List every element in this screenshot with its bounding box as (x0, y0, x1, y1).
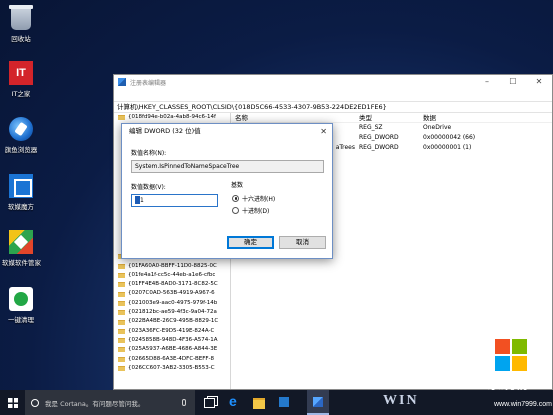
menu-bar (114, 89, 552, 101)
column-header-name[interactable]: 名称 (232, 113, 359, 122)
ok-button[interactable]: 确定 (227, 236, 274, 249)
dialog-titlebar[interactable]: 编辑 DWORD (32 位)值 ✕ (122, 124, 332, 139)
watermark-logo (495, 339, 527, 371)
value-data-input[interactable]: 1 (131, 194, 218, 207)
folder-icon (118, 366, 125, 371)
desktop-icon-label: 软媒魔方 (8, 203, 34, 211)
cancel-button[interactable]: 取消 (279, 236, 326, 249)
folder-icon (118, 300, 125, 306)
edit-dword-dialog: 编辑 DWORD (32 位)值 ✕ 数值名称(N): System.IsPin… (121, 123, 333, 259)
radio-selected[interactable] (232, 194, 239, 202)
folder-icon (118, 338, 125, 344)
folder-icon (118, 273, 125, 279)
folder-icon (118, 319, 125, 325)
tree-item[interactable]: {018fd94e-b02a-4ab8-94c6-14f (118, 113, 230, 122)
watermark-url: www.win7999.com (494, 401, 552, 408)
folder-icon (118, 356, 125, 362)
base-label: 基数 (231, 182, 244, 189)
watermark-partial-text: WIN (383, 393, 419, 408)
tree-item[interactable]: {01FA60A0-BBFF-11D0-8825-0C (118, 262, 230, 271)
folder-icon (118, 115, 125, 121)
dialog-close-button[interactable]: ✕ (320, 124, 327, 139)
decimal-radio[interactable]: 十进制(D) (232, 204, 275, 216)
value-data-label: 数值数据(V): (131, 184, 166, 191)
tree-item[interactable]: {0207C0AD-563B-4919-A967-6 (118, 289, 230, 298)
desktop-icon-ithome[interactable]: IT IT之家 (2, 61, 40, 98)
desktop: 回收站 IT IT之家 旗鱼浏览器 软媒魔方 软媒软件管家 一键清理 注册表编辑… (0, 0, 553, 390)
logo-tile (495, 339, 510, 354)
value-name-label: 数值名称(N): (131, 150, 167, 157)
column-header-type[interactable]: 类型 (359, 113, 423, 122)
start-button[interactable] (0, 390, 25, 415)
desktop-icon-recycle-bin[interactable]: 回收站 (2, 5, 40, 43)
folder-icon (118, 328, 125, 334)
hex-radio[interactable]: 十六进制(H) (232, 192, 275, 204)
tree-list: {01F3E95C-7D8F-46e6-A408-9E{01FA60A0-BBF… (118, 252, 230, 373)
maximize-button[interactable]: ☐ (500, 75, 526, 89)
store-icon[interactable] (273, 390, 295, 415)
desktop-icon-cube[interactable]: 软媒魔方 (2, 174, 40, 211)
regedit-taskbar-icon[interactable] (307, 390, 329, 415)
cleanup-icon (9, 287, 33, 311)
desktop-icon-browser[interactable]: 旗鱼浏览器 (2, 117, 40, 154)
logo-tile (512, 339, 527, 354)
base-radio-group: 基数 十六进制(H) 十进制(D) (231, 180, 327, 224)
tree-item[interactable]: {021812bc-ae59-4f3c-9a04-72a (118, 308, 230, 317)
folder-icon (118, 347, 125, 353)
regedit-titlebar[interactable]: 注册表编辑器 – ☐ ✕ (114, 75, 552, 89)
software-manager-icon (9, 230, 33, 254)
cortana-icon (31, 398, 39, 407)
desktop-icon-label: 回收站 (11, 35, 31, 43)
tree-item[interactable]: {0245858B-948D-4F36-A574-1A (118, 336, 230, 345)
cortana-search-box[interactable]: 我是 Cortana。有问题尽管问我。 (25, 390, 195, 415)
close-button[interactable]: ✕ (526, 75, 552, 89)
tree-item[interactable]: {02665D88-6A3E-4DFC-BEFF-8 (118, 355, 230, 364)
value-name-field[interactable]: System.IsPinnedToNameSpaceTree (131, 160, 324, 173)
tree-item[interactable]: {026CC607-3AB2-3305-B553-C (118, 364, 230, 373)
desktop-icon-label: IT之家 (11, 90, 31, 98)
desktop-icon-cleanup[interactable]: 一键清理 (2, 287, 40, 324)
desktop-icon-label: 一键清理 (8, 316, 34, 324)
microphone-icon[interactable] (182, 399, 186, 406)
minimize-button[interactable]: – (474, 75, 500, 89)
logo-tile (512, 356, 527, 371)
desktop-icon-label: 旗鱼浏览器 (4, 146, 38, 154)
watermark-text: 系统粉 (487, 377, 529, 390)
browser-icon (9, 117, 33, 141)
regedit-icon (118, 78, 126, 86)
column-header-data[interactable]: 数据 (423, 113, 552, 122)
ithome-icon: IT (9, 61, 33, 85)
task-view-icon[interactable] (198, 390, 220, 415)
edge-icon[interactable] (223, 390, 245, 415)
tree-item[interactable]: {025A5937-A6BE-4686-A844-3E (118, 345, 230, 354)
values-header: 名称 类型 数据 (232, 113, 552, 123)
tree-item[interactable]: {022BA4BE-26C9-495B-8829-1C (118, 317, 230, 326)
folder-icon (118, 310, 125, 316)
file-explorer-icon[interactable] (248, 390, 270, 415)
folder-icon (118, 291, 125, 297)
window-title: 注册表编辑器 (130, 79, 167, 87)
search-placeholder: 我是 Cortana。有问题尽管问我。 (45, 399, 145, 408)
tree-item[interactable]: {01FF4E4B-8AD0-3171-8C82-5C (118, 280, 230, 289)
recycle-bin-icon (9, 5, 33, 30)
radio-unselected[interactable] (232, 206, 239, 214)
tree-item[interactable]: {023A36FC-E9D5-419E-824A-C (118, 327, 230, 336)
tree-item[interactable]: {021003e9-aac0-4975-979f-14b (118, 299, 230, 308)
tree-item[interactable]: {01fe4a1f-cc5c-44eb-a1e6-cfbc (118, 271, 230, 280)
desktop-icon-label: 软媒软件管家 (2, 259, 41, 267)
taskbar: 我是 Cortana。有问题尽管问我。 (0, 390, 553, 415)
folder-icon (118, 263, 125, 269)
logo-tile (495, 356, 510, 371)
desktop-icon-software-manager[interactable]: 软媒软件管家 (2, 230, 41, 267)
cube-icon (9, 174, 33, 198)
folder-icon (118, 282, 125, 288)
dialog-title: 编辑 DWORD (32 位)值 (129, 127, 201, 135)
address-bar[interactable]: 计算机\HKEY_CLASSES_ROOT\CLSID\{018D5C66-45… (114, 101, 552, 113)
